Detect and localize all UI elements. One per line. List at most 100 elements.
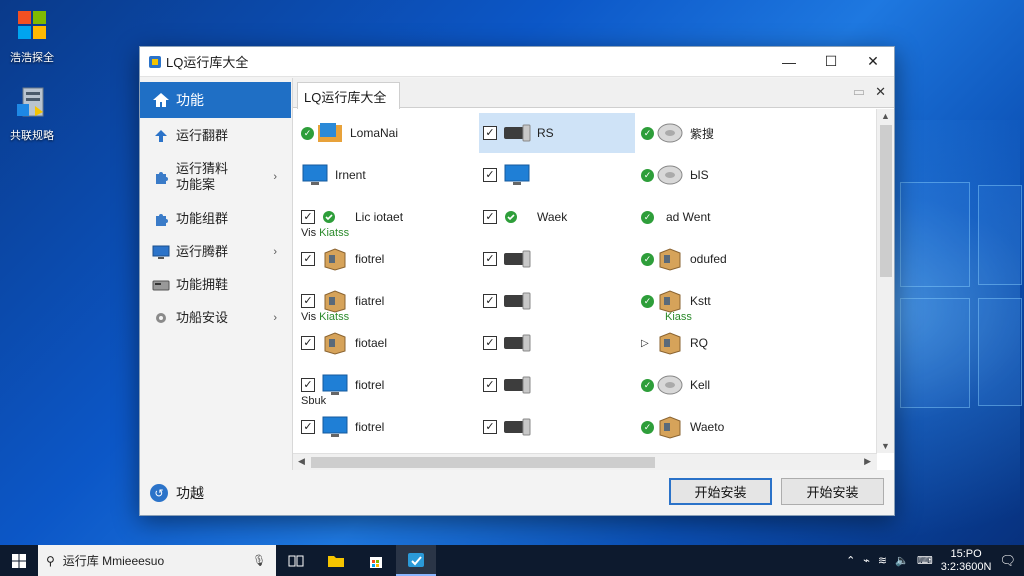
checkbox[interactable]: ✓ [483,168,497,182]
scroll-thumb[interactable] [311,457,655,468]
close-tab-icon[interactable]: ✕ [875,84,886,100]
checkbox[interactable]: ✓ [301,336,315,350]
item-label: Kell [690,378,711,392]
grid-cell[interactable]: ✓ fiotrel [301,407,483,447]
item-label: Waeto [690,420,725,434]
scroll-left-icon[interactable]: ◀ [298,456,305,467]
disc-icon [656,373,684,397]
grid-cell[interactable]: ✓ [483,323,633,363]
desktop-icon-1[interactable]: 浩浩探全 [4,8,60,65]
search-icon: ⚲ [46,553,55,568]
package-icon [656,247,684,271]
title-bar[interactable]: LQ运行库大全 — ☐ ✕ [140,47,894,77]
grid-cell[interactable]: ✓ fiotrel [301,365,483,405]
sidebar-item-6[interactable]: 功船安设 › [140,301,291,334]
device-icon [503,289,531,313]
checkbox[interactable]: ✓ [301,378,315,392]
checkbox[interactable]: ✓ [301,252,315,266]
scroll-thumb[interactable] [880,125,892,277]
scroll-down-icon[interactable]: ▼ [881,441,890,451]
horizontal-scrollbar[interactable]: ◀ ▶ [293,453,877,470]
wifi-icon[interactable]: ≋ [878,554,887,567]
item-label: 紫搜 [690,126,715,141]
chevron-up-icon[interactable]: ⌃ [846,554,855,567]
volume-icon[interactable]: 🔈 [895,554,909,567]
scroll-right-icon[interactable]: ▶ [864,456,871,467]
minimize-button[interactable]: — [768,47,810,77]
device-icon [503,331,531,355]
package-icon [321,289,349,313]
checkbox[interactable]: ✓ [483,336,497,350]
checkbox[interactable]: ✓ [483,294,497,308]
taskbar-search[interactable]: ⚲ 运行库 Mmieeesuo 🎙 [38,545,276,576]
puzzle-icon [152,210,170,228]
grid-cell[interactable]: ✓ 紫搜 [641,113,841,153]
grid-cell[interactable]: ✓ Kell [641,365,841,405]
grid-cell[interactable]: ✓ [483,239,633,279]
checkbox[interactable]: ✓ [483,378,497,392]
checkbox[interactable]: ✓ [301,210,315,224]
task-view-icon[interactable] [276,545,316,576]
sidebar-item-1[interactable]: 运行翻群 [140,119,291,152]
close-button[interactable]: ✕ [852,47,894,77]
grid-cell[interactable]: ✓ LomaNai [301,113,483,153]
table-row: Irnent ✓ ✓ ЫS [293,155,875,195]
sidebar-item-4[interactable]: 运行腾群 › [140,235,291,268]
grid-cell[interactable]: ▷ RQ [641,323,841,363]
grid-cell[interactable]: ✓ Waeto [641,407,841,447]
notification-icon[interactable]: 🗨 [999,553,1016,569]
sidebar-item-0[interactable]: 功能 [140,82,291,118]
footer-label: 功越 [176,485,204,501]
checkbox[interactable]: ✓ [483,126,497,140]
tab-runtime-library[interactable]: LQ运行库大全 [297,82,400,109]
runtime-app-taskbar-icon[interactable] [396,545,436,576]
checkbox[interactable]: ✓ [301,420,315,434]
table-row: ✓ LomaNai ✓ RS ✓ 紫搜 [293,113,875,153]
grid-cell[interactable]: ✓ Waek [483,197,633,237]
sidebar-item-2[interactable]: 运行猜料 功能案 › [140,152,291,202]
grid-cell[interactable]: ✓ fiotrel [301,239,483,279]
scroll-up-icon[interactable]: ▲ [881,111,890,121]
sidebar-item-3[interactable]: 功能组群 [140,202,291,235]
grid-cell[interactable]: ✓ fiotael [301,323,483,363]
grid-cell[interactable]: ✓ [483,155,633,195]
desktop-icon-2[interactable]: 共联规略 [4,86,60,143]
store-icon[interactable] [356,545,396,576]
grid-cell[interactable]: ✓ RS [479,113,635,153]
grid-cell[interactable]: Irnent [301,155,483,195]
start-install-button[interactable]: 开始安装 [669,478,772,505]
blank-icon [656,205,660,229]
maximize-button[interactable]: ☐ [810,47,852,77]
item-label: fiatrel [355,294,385,308]
checkbox[interactable]: ✓ [483,210,497,224]
keyboard-icon[interactable]: ⌨ [917,554,933,567]
footer-back[interactable]: ↺ 功越 [150,483,204,503]
taskbar: ⚲ 运行库 Mmieeesuo 🎙 ⌃ ⌁ ≋ 🔈 ⌨ 15:PO 3:2:36… [0,545,1024,576]
window-title: LQ运行库大全 [166,55,249,70]
microphone-icon[interactable]: 🎙 [252,554,266,567]
ok-check-icon: ✓ [641,168,654,182]
start-install-button-secondary[interactable]: 开始安装 [781,478,884,505]
server-icon [17,87,44,117]
upload-icon [152,127,170,145]
checkbox[interactable]: ✓ [301,294,315,308]
grid-cell[interactable]: ✓ [483,281,633,321]
ok-check-icon: ✓ [641,252,654,266]
clock[interactable]: 15:PO 3:2:3600N [941,548,992,574]
grid-cell[interactable]: ✓ ЫS [641,155,841,195]
sidebar-item-label: 功船安设 [176,309,229,325]
start-button[interactable] [0,545,38,576]
grid-cell[interactable]: ✓ ad Went [641,197,841,237]
file-explorer-icon[interactable] [316,545,356,576]
checkbox[interactable]: ✓ [483,420,497,434]
sidebar-item-label: 运行翻群 [176,127,229,143]
grid-cell[interactable]: ✓ [483,407,633,447]
vertical-scrollbar[interactable]: ▲ ▼ [876,109,894,453]
checkbox[interactable]: ✓ [483,252,497,266]
restore-tab-icon[interactable]: ▭ [853,84,865,100]
item-label: Waek [537,210,568,224]
grid-cell[interactable]: ✓ odufed [641,239,841,279]
network-icon[interactable]: ⌁ [863,554,870,567]
sidebar-item-5[interactable]: 功能拥鞋 [140,268,291,301]
grid-cell[interactable]: ✓ [483,365,633,405]
